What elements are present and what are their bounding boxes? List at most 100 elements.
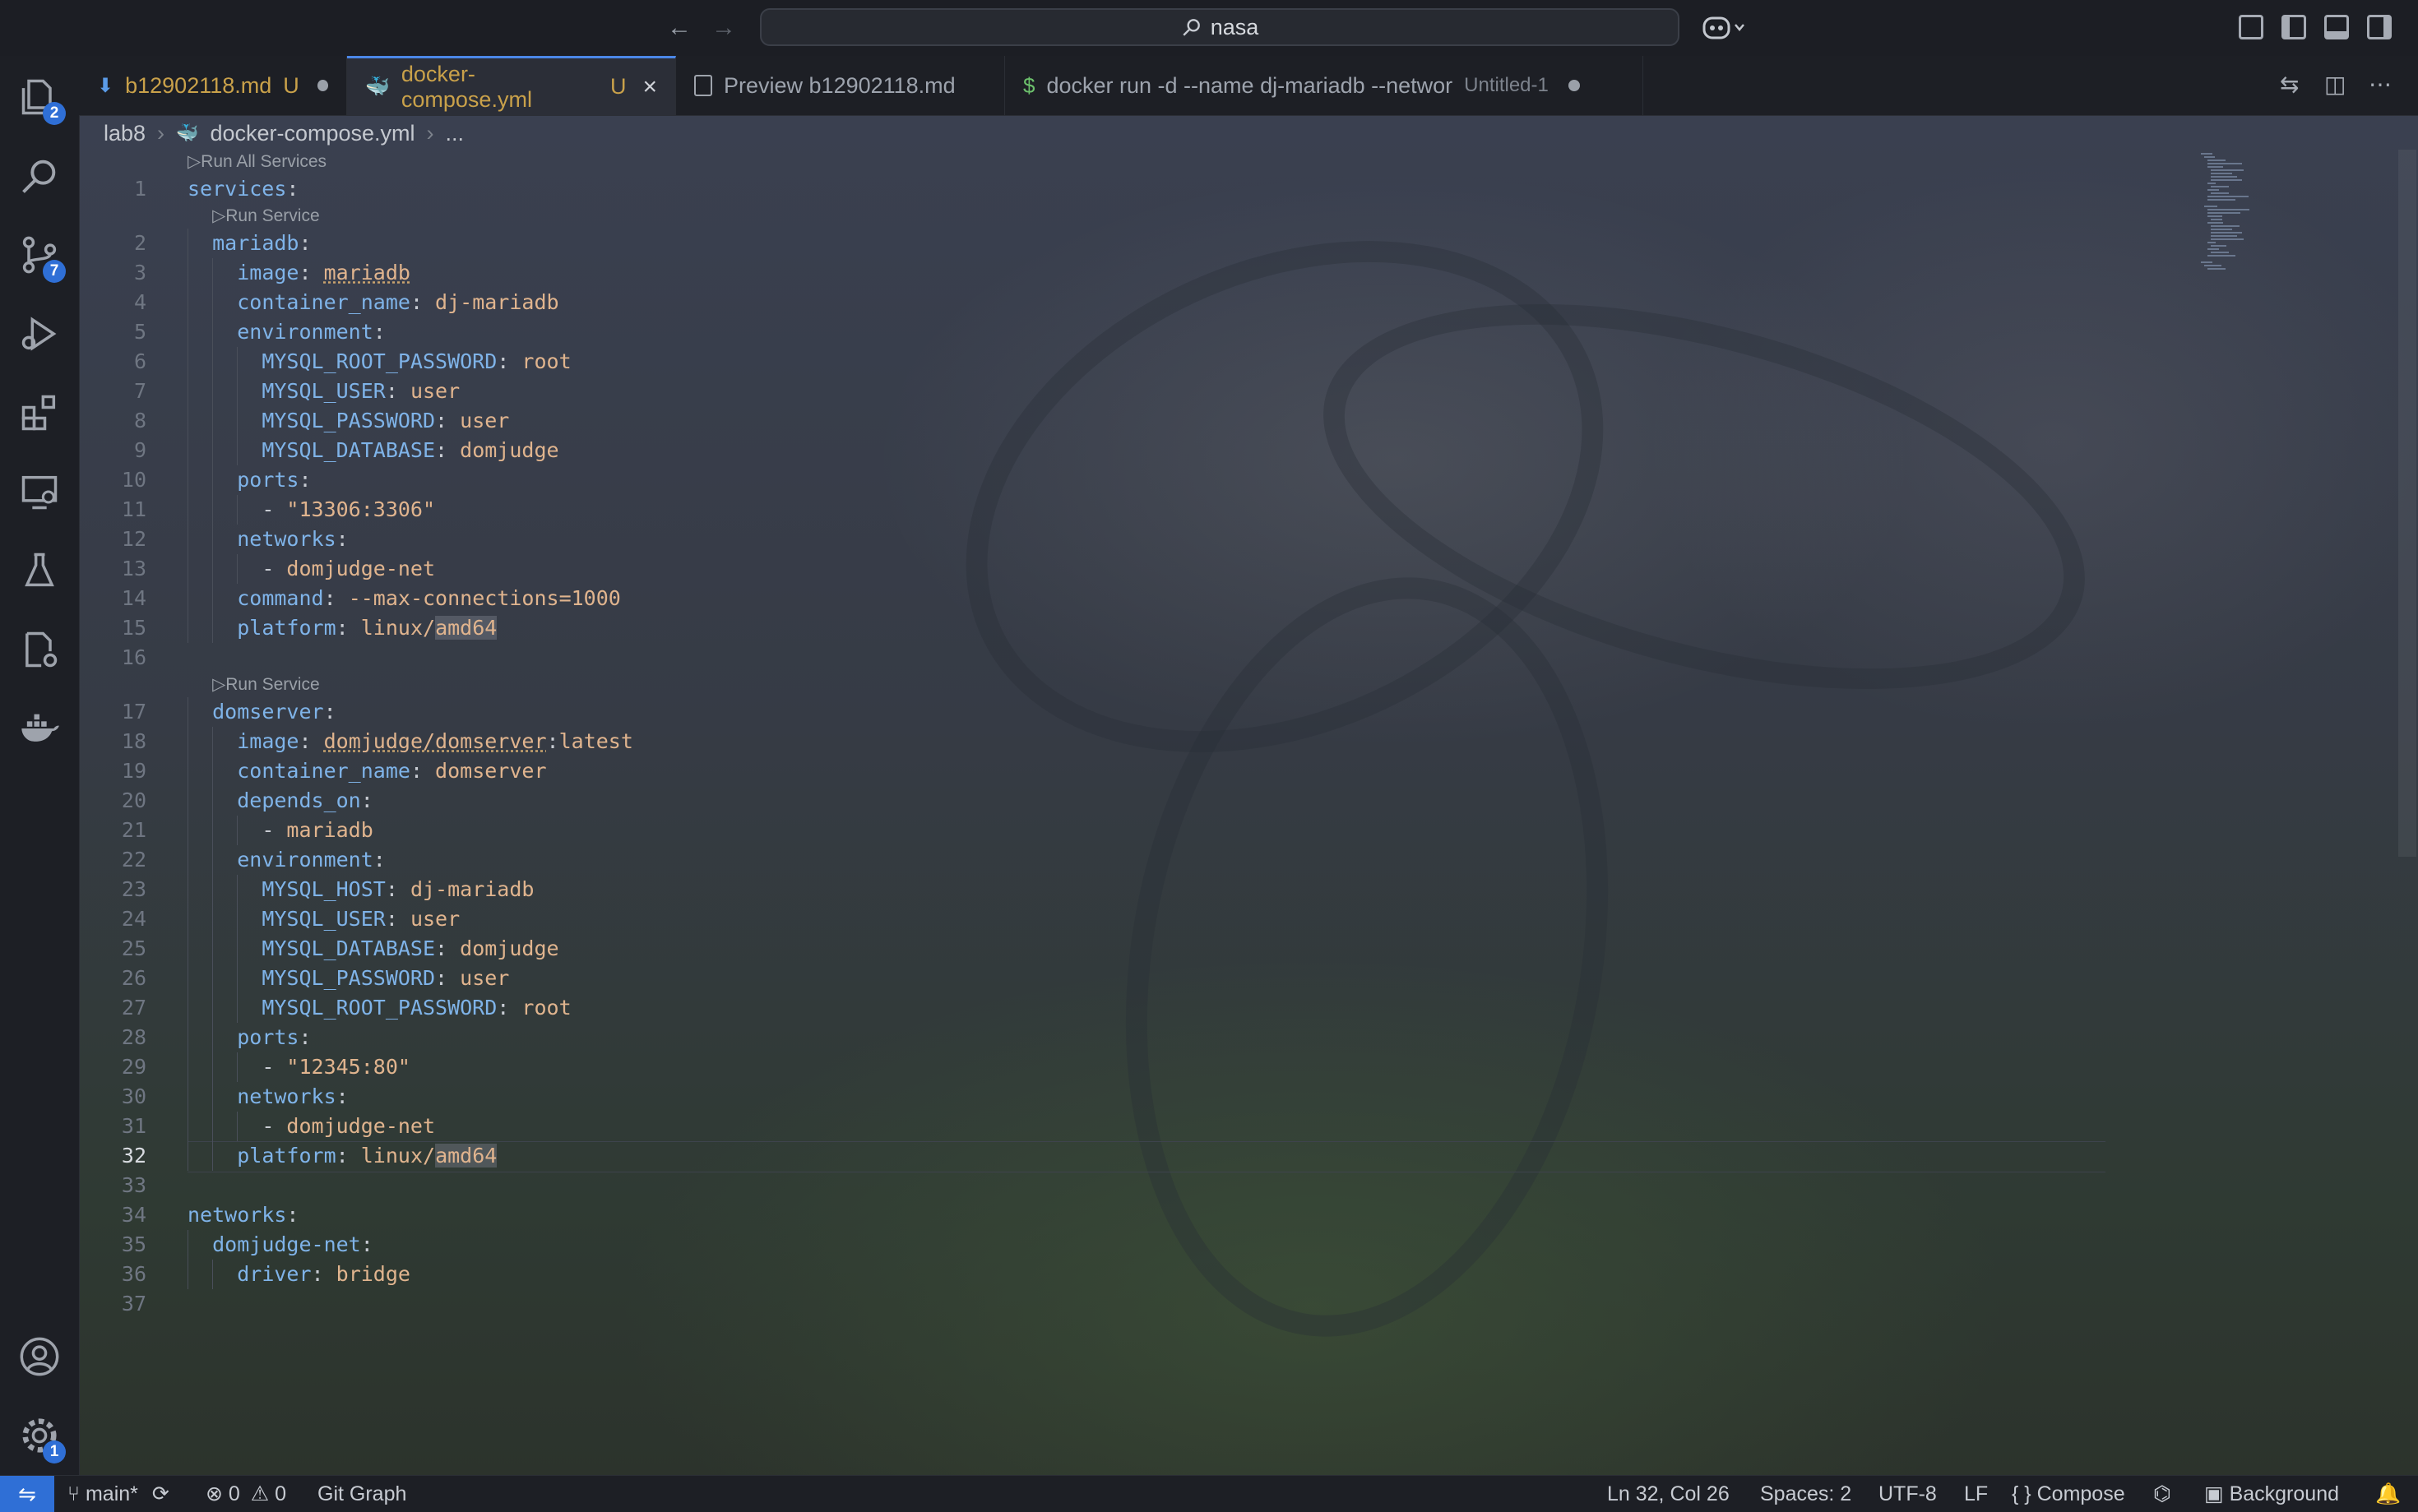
code-line[interactable]: 27 MYSQL_ROOT_PASSWORD: root [79,993,2196,1023]
background-extension[interactable]: ▣ Background [2204,1476,2339,1512]
split-editor-icon[interactable]: ◫ [2324,71,2346,100]
activity-accounts[interactable] [0,1317,79,1396]
code-line[interactable]: 34 networks: [79,1200,2196,1230]
code-line[interactable]: 22 environment: [79,845,2196,875]
code-line[interactable]: 32 platform: linux/amd64 [79,1141,2196,1171]
copilot-icon[interactable] [1701,12,1750,44]
activity-run-debug[interactable] [0,294,79,373]
breadcrumb-file[interactable]: docker-compose.yml [210,121,415,146]
codelens-run[interactable]: ▷Run All Services [188,150,327,174]
code-line[interactable]: 29 - "12345:80" [79,1052,2196,1082]
code-line[interactable]: 12 networks: [79,525,2196,554]
activity-testing[interactable] [0,531,79,610]
background-icon: ▣ [2204,1482,2224,1505]
code-line[interactable]: 31 - domjudge-net [79,1112,2196,1141]
code-line[interactable]: 25 MYSQL_DATABASE: domjudge [79,934,2196,964]
unsaved-dot-icon[interactable] [317,80,328,91]
minimap[interactable] [2198,150,2395,281]
tab-preview-b12902118-md[interactable]: Preview b12902118.md [676,56,1005,115]
codelens-run[interactable]: ▷Run Service [212,204,320,229]
indentation[interactable]: Spaces: 2 [1760,1476,1851,1512]
code-line[interactable]: 7 MYSQL_USER: user [79,377,2196,406]
code-line[interactable]: 5 environment: [79,317,2196,347]
code-line[interactable]: 23 MYSQL_HOST: dj-mariadb [79,875,2196,904]
indent-guide [212,1260,214,1289]
remote-explorer-icon [21,475,58,510]
code-line[interactable]: 4 container_name: dj-mariadb [79,288,2196,317]
code-line[interactable]: 13 - domjudge-net [79,554,2196,584]
cursor-position[interactable]: Ln 32, Col 26 [1607,1476,1730,1512]
arrow-left-icon[interactable]: ← [663,12,696,44]
activity-docker[interactable] [0,689,79,768]
code-line[interactable]: 20 depends_on: [79,786,2196,816]
more-actions-icon[interactable]: ⋯ [2369,71,2392,100]
code-line[interactable]: 11 - "13306:3306" [79,495,2196,525]
open-changes-icon[interactable]: ⇆ [2280,71,2299,100]
code-line[interactable]: 37 [79,1289,2196,1319]
unsaved-dot-icon[interactable] [1568,80,1580,91]
line-number: 18 [121,729,146,753]
activity-container-tools[interactable] [0,610,79,689]
remote-indicator-icon[interactable]: ⇋ [0,1476,54,1512]
code-line[interactable]: 6 MYSQL_ROOT_PASSWORD: root [79,347,2196,377]
code-line[interactable]: 17 domserver: [79,697,2196,727]
activity-remote-explorer[interactable] [0,452,79,531]
notifications-bell-icon[interactable]: 🔔 [2375,1476,2401,1512]
code-line[interactable]: 35 domjudge-net: [79,1230,2196,1260]
codelens-run[interactable]: ▷Run Service [212,673,320,697]
line-ending[interactable]: LF [1964,1476,1988,1512]
code-line[interactable]: 24 MYSQL_USER: user [79,904,2196,934]
code-editor[interactable]: ▷Run All Services 1 services: ▷Run Service 2… [79,150,2196,1465]
activity-explorer[interactable]: 2 [0,58,79,136]
code-line[interactable]: 1 services: [79,174,2196,204]
breadcrumb-symbol[interactable]: ... [446,121,465,146]
code-line[interactable]: 33 [79,1171,2196,1200]
code-line[interactable]: 15 platform: linux/amd64 [79,613,2196,643]
close-icon[interactable]: × [642,73,657,101]
copilot-status-icon[interactable]: ⌬ [2153,1476,2171,1512]
activity-extensions[interactable] [0,373,79,452]
tab-docker-compose-yml[interactable]: 🐳 docker-compose.yml U × [347,56,676,115]
customize-layout-icon[interactable] [2239,15,2263,39]
code-line[interactable]: 28 ports: [79,1023,2196,1052]
preview-icon [694,75,712,96]
code-line[interactable]: 9 MYSQL_DATABASE: domjudge [79,436,2196,465]
code-line[interactable]: 8 MYSQL_PASSWORD: user [79,406,2196,436]
arrow-right-icon[interactable]: → [707,12,740,44]
code-line[interactable]: 16 [79,643,2196,673]
toggle-secondary-sidebar-icon[interactable] [2367,15,2392,39]
indent-guide [212,1141,214,1171]
code-line[interactable]: 21 - mariadb [79,816,2196,845]
code-line[interactable]: 14 command: --max-connections=1000 [79,584,2196,613]
git-graph-button[interactable]: Git Graph [317,1476,406,1512]
encoding[interactable]: UTF-8 [1878,1476,1937,1512]
activity-manage[interactable]: 1 [0,1396,79,1475]
command-center-search[interactable]: nasa [760,8,1679,46]
code-line[interactable]: 36 driver: bridge [79,1260,2196,1289]
indent-guide [212,993,214,1023]
activity-source-control[interactable]: 7 [0,215,79,294]
tab-b12902118-md[interactable]: ⬇ b12902118.md U [79,56,347,115]
code-line[interactable]: 19 container_name: domserver [79,756,2196,786]
sync-icon[interactable]: ⟳ [152,1482,169,1505]
scrollbar-thumb[interactable] [2398,150,2416,857]
background-label: Background [2229,1482,2340,1505]
activity-search[interactable] [0,136,79,215]
toggle-primary-sidebar-icon[interactable] [2281,15,2306,39]
git-branch[interactable]: ⑂ main* ⟳ [67,1476,169,1512]
breadcrumb-folder[interactable]: lab8 [104,121,146,146]
code-line[interactable]: 3 image: mariadb [79,258,2196,288]
code-line[interactable]: 18 image: domjudge/domserver:latest [79,727,2196,756]
editor-scrollbar[interactable] [2395,150,2418,1465]
language-mode[interactable]: { } Compose [2012,1476,2125,1512]
code-line[interactable]: 26 MYSQL_PASSWORD: user [79,964,2196,993]
tab-git-status: U [283,72,299,98]
problems-indicator[interactable]: ⊗ 0 ⚠ 0 [206,1476,286,1512]
toggle-panel-icon[interactable] [2324,15,2349,39]
code-line[interactable]: 30 networks: [79,1082,2196,1112]
indent-guide [212,258,214,288]
tab-untitled-1[interactable]: $ docker run -d --name dj-mariadb --netw… [1005,56,1643,115]
code-line[interactable]: 10 ports: [79,465,2196,495]
code-line[interactable]: 2 mariadb: [79,229,2196,258]
indent-guide [212,875,214,904]
